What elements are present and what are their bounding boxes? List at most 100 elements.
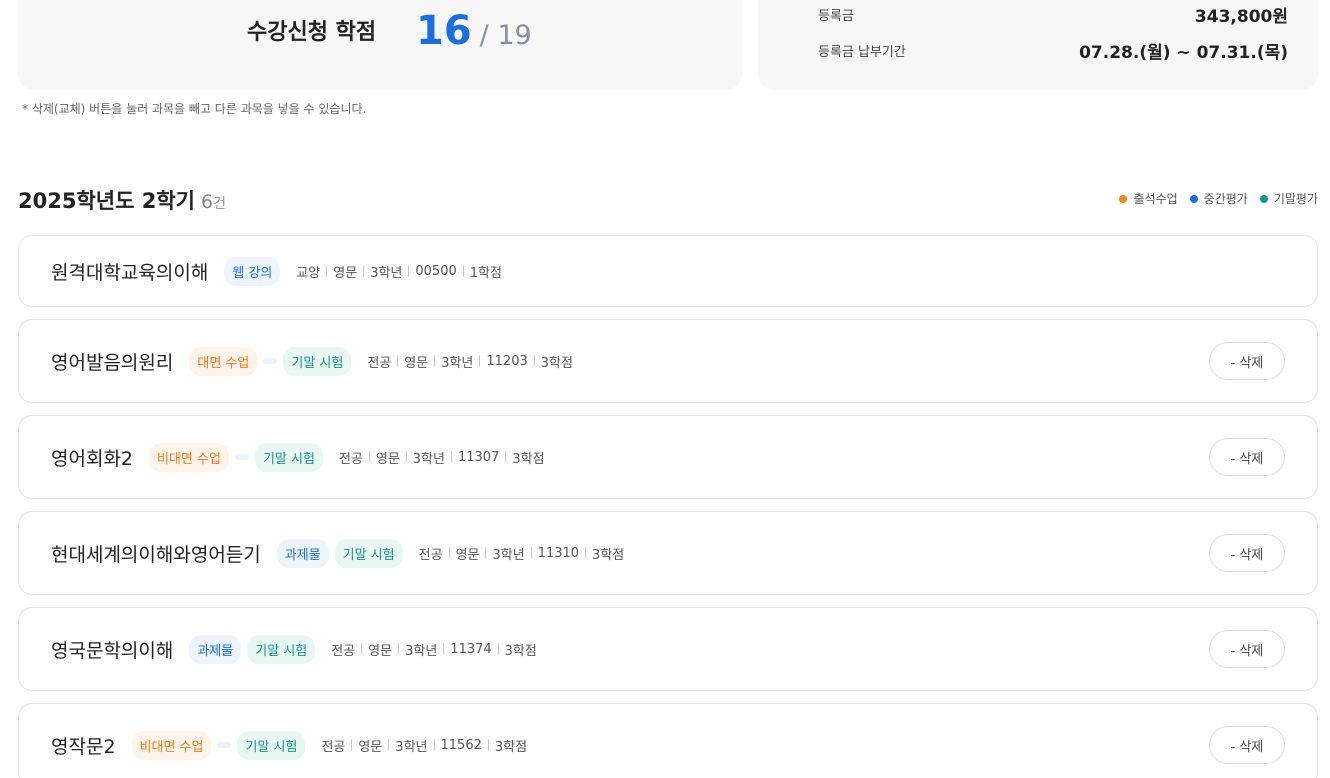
course-badge: 비대면 수업 [149, 442, 229, 472]
course-meta-item: 영문 [358, 739, 383, 755]
course-meta-item: 영문 [404, 355, 429, 371]
credit-value: 16 / 19 [416, 8, 532, 54]
course-badge: 기말 시험 [334, 538, 403, 568]
course-row: 영국문학의이해 과제물 기말 시험 전공 영문 3학년 11374 3학점 - 삭제 [18, 607, 1318, 691]
delete-course-button[interactable]: - 삭제 [1209, 630, 1285, 668]
course-meta-item: 3학점 [512, 451, 545, 467]
course-name: 영어회화2 [51, 447, 134, 470]
badge-connector [234, 454, 249, 460]
course-name: 현대세계의이해와영어듣기 [51, 543, 261, 566]
course-badges: 과제물 기말 시험 [276, 538, 403, 568]
legend-label: 중간평가 [1203, 192, 1248, 206]
course-name: 영국문학의이해 [51, 639, 174, 662]
course-meta: 전공 영문 3학년 11374 3학점 [331, 640, 537, 659]
course-row: 현대세계의이해와영어듣기 과제물 기말 시험 전공 영문 3학년 11310 3학점 - 삭제 [18, 511, 1318, 595]
course-meta-item: 3학점 [592, 547, 625, 563]
course-meta-item: 3학년 [492, 547, 525, 563]
course-badge: 기말 시험 [237, 730, 306, 760]
legend-dot-icon [1119, 194, 1128, 203]
delete-course-button[interactable]: - 삭제 [1209, 438, 1285, 476]
semester-title-text: 2025학년도 2학기 [18, 189, 195, 213]
course-row: 원격대학교육의이해 웹 강의 교양 영문 3학년 00500 1학점 [18, 235, 1318, 307]
meta-divider [479, 355, 481, 367]
delete-course-button[interactable]: - 삭제 [1209, 342, 1285, 380]
badge-connector [263, 358, 278, 364]
credit-label: 수강신청 학점 [247, 20, 377, 45]
course-meta-item: 3학년 [370, 265, 403, 281]
course-meta-item: 영문 [455, 547, 480, 563]
course-meta-item: 3학년 [441, 355, 474, 371]
tuition-fee-value: 343,800원 [1194, 7, 1288, 27]
meta-divider [505, 451, 507, 463]
legend-item: 기말평가 [1259, 190, 1318, 207]
course-list: 원격대학교육의이해 웹 강의 교양 영문 3학년 00500 1학점 영어발음의원리 대면 수업… [18, 235, 1318, 778]
course-meta-item: 3학년 [405, 643, 438, 659]
tuition-period-label: 등록금 납부기간 [818, 45, 906, 60]
course-badge: 과제물 [276, 538, 329, 568]
course-badges: 웹 강의 [224, 256, 281, 286]
course-badge: 기말 시험 [254, 442, 323, 472]
course-meta-item: 1학점 [469, 265, 502, 281]
meta-divider [530, 547, 532, 559]
course-meta-item: 전공 [367, 355, 392, 371]
meta-divider [585, 547, 587, 559]
course-meta-item: 전공 [418, 547, 443, 563]
meta-divider [443, 643, 445, 655]
badge-connector [217, 742, 232, 748]
semester-title: 2025학년도 2학기 6 건 [18, 185, 226, 215]
course-meta-item: 00500 [415, 263, 457, 279]
tuition-fee-row: 등록금 343,800원 [818, 2, 1288, 27]
course-badges: 과제물 기말 시험 [189, 634, 316, 664]
meta-divider [487, 739, 489, 751]
course-count-unit: 건 [213, 196, 226, 212]
meta-divider [497, 643, 499, 655]
course-meta-item: 11374 [450, 641, 492, 657]
course-row: 영어회화2 비대면 수업 기말 시험 전공 영문 3학년 11307 3학점 - 삭제 [18, 415, 1318, 499]
course-badges: 대면 수업 기말 시험 [189, 346, 352, 376]
meta-divider [533, 355, 535, 367]
course-meta-item: 3학점 [494, 739, 528, 755]
tuition-card: 등록금 343,800원 등록금 납부기간 07.28.(월) ~ 07.31.… [758, 0, 1318, 90]
course-badge: 기말 시험 [283, 346, 352, 376]
meta-divider [398, 643, 400, 655]
tuition-period-value: 07.28.(월) ~ 07.31.(목) [1079, 43, 1288, 63]
course-name: 영어발음의원리 [51, 351, 174, 374]
course-meta-item: 영문 [368, 643, 393, 659]
meta-divider [485, 547, 487, 559]
meta-divider [361, 643, 363, 655]
course-meta-item: 3학점 [504, 643, 537, 659]
meta-divider [388, 739, 390, 751]
course-meta-item: 전공 [338, 451, 363, 467]
legend-label: 출석수업 [1133, 192, 1178, 206]
meta-divider [433, 739, 435, 751]
meta-divider [448, 547, 450, 559]
course-meta: 전공 영문 3학년 11203 3학점 [367, 352, 573, 371]
legend-dot-icon [1189, 194, 1198, 203]
meta-divider [434, 355, 436, 367]
course-meta: 전공 영문 3학년 11310 3학점 [419, 544, 625, 563]
meta-divider [368, 451, 370, 463]
delete-course-button[interactable]: - 삭제 [1209, 534, 1285, 572]
tuition-fee-label: 등록금 [818, 9, 854, 24]
course-meta-item: 3학점 [540, 355, 573, 371]
course-meta-item: 3학년 [412, 451, 445, 467]
course-meta-item: 3학년 [395, 739, 428, 755]
meta-divider [397, 355, 399, 367]
meta-divider [408, 265, 410, 277]
legend: 출석수업 중간평가 기말평가 [1119, 190, 1318, 207]
course-badge: 과제물 [189, 634, 242, 664]
meta-divider [405, 451, 407, 463]
course-meta-item: 전공 [321, 739, 346, 755]
meta-divider [363, 265, 365, 277]
course-meta-item: 11203 [486, 353, 528, 369]
delete-course-button[interactable]: - 삭제 [1209, 726, 1285, 764]
legend-label: 기말평가 [1273, 192, 1318, 206]
legend-item: 중간평가 [1189, 190, 1248, 207]
legend-item: 출석수업 [1119, 190, 1178, 207]
course-meta-item: 11562 [440, 737, 482, 753]
course-meta-item: 영문 [333, 265, 358, 281]
course-meta-item: 영문 [375, 451, 400, 467]
course-badges: 비대면 수업 기말 시험 [131, 730, 306, 760]
course-meta: 전공 영문 3학년 11307 3학점 [339, 448, 545, 467]
course-count: 6 [200, 191, 214, 213]
